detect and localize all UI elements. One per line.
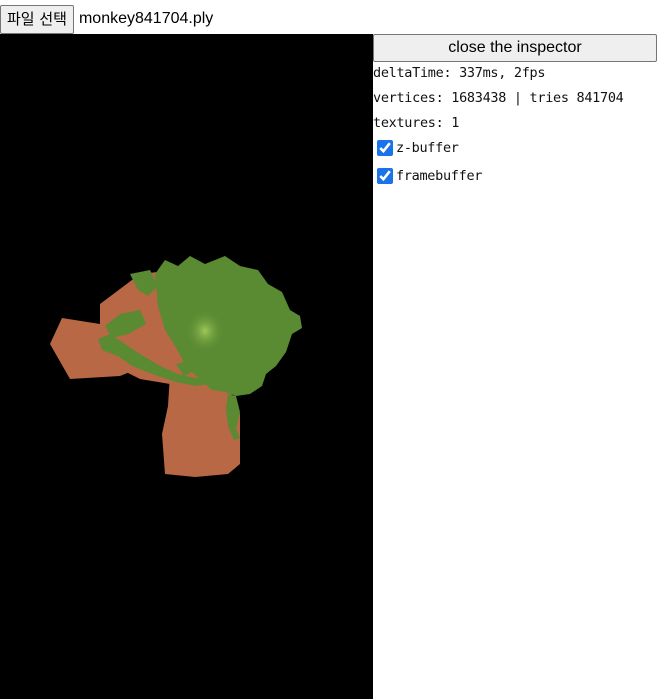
rendered-monkey-mesh bbox=[50, 256, 302, 477]
vertices-readout: vertices: 1683438 | tries 841704 bbox=[373, 90, 624, 106]
framebuffer-label: framebuffer bbox=[396, 168, 483, 184]
framebuffer-toggle[interactable]: framebuffer bbox=[377, 168, 482, 184]
foliage-highlight bbox=[185, 309, 225, 353]
textures-readout: textures: 1 bbox=[373, 115, 460, 131]
inspector-panel: close the inspector deltaTime: 337ms, 2f… bbox=[373, 34, 667, 699]
selected-file-name: monkey841704.ply bbox=[78, 10, 214, 27]
z-buffer-toggle[interactable]: z-buffer bbox=[377, 140, 459, 156]
delta-time-readout: deltaTime: 337ms, 2fps bbox=[373, 65, 546, 81]
z-buffer-label: z-buffer bbox=[396, 140, 459, 156]
z-buffer-checkbox[interactable] bbox=[377, 140, 393, 156]
choose-file-button[interactable]: 파일 선택 bbox=[0, 4, 74, 34]
file-input-row: 파일 선택 monkey841704.ply bbox=[0, 4, 213, 34]
close-inspector-button[interactable]: close the inspector bbox=[373, 34, 657, 62]
framebuffer-checkbox[interactable] bbox=[377, 168, 393, 184]
render-canvas[interactable] bbox=[0, 34, 373, 699]
